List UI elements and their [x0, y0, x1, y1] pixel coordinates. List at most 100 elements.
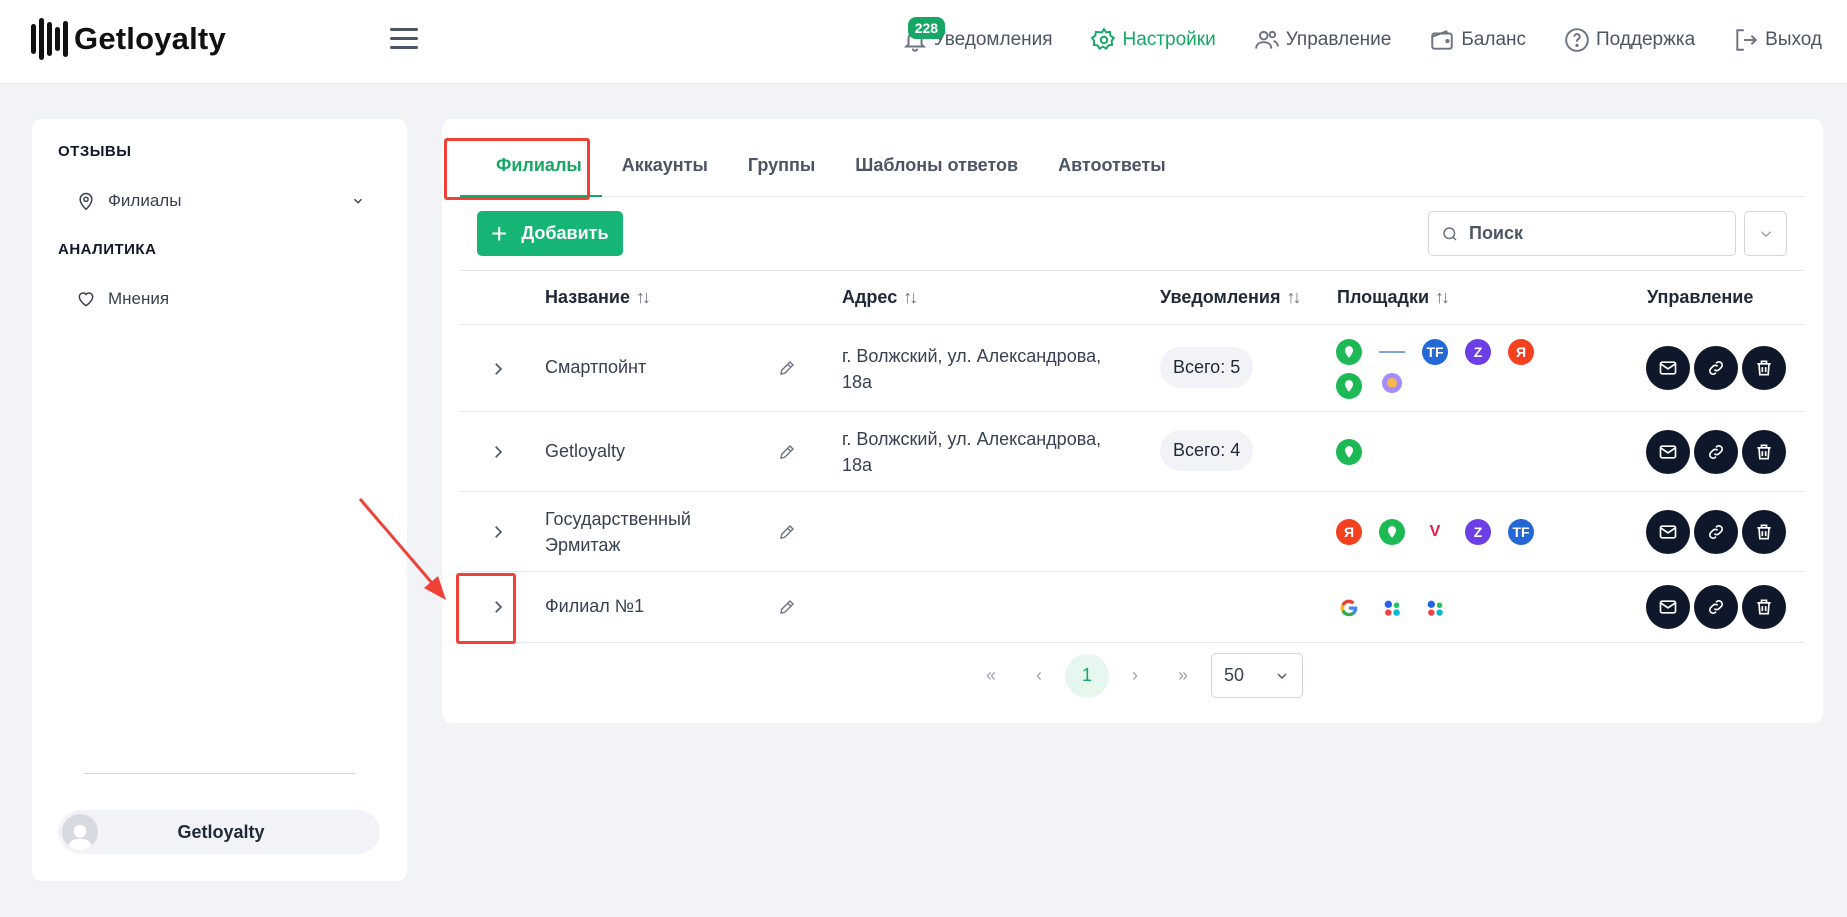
tab-branches[interactable]: Филиалы	[460, 145, 602, 197]
per-page-select[interactable]: 50	[1211, 653, 1303, 698]
top-nav: 228 Уведомления Настройки Управление Бал…	[864, 17, 1822, 58]
mail-button[interactable]	[1646, 346, 1690, 390]
dots-icon[interactable]	[1379, 595, 1405, 621]
column-notifications[interactable]: Уведомления ↑↓	[1160, 271, 1302, 326]
pencil-icon[interactable]	[778, 359, 796, 377]
column-name[interactable]: Название ↑↓	[545, 271, 651, 326]
pencil-icon[interactable]	[778, 443, 796, 461]
chevron-right-icon[interactable]	[489, 598, 507, 616]
row-actions	[1646, 510, 1786, 554]
globe-icon[interactable]	[1382, 373, 1402, 393]
top-header: Getloyalty 228 Уведомления Настройки Упр…	[0, 0, 1847, 84]
prev-page-button[interactable]: ‹	[1017, 654, 1061, 698]
zoon-icon[interactable]: Z	[1465, 339, 1491, 365]
link-icon	[1709, 445, 1723, 459]
google-icon[interactable]	[1336, 595, 1362, 621]
last-page-button[interactable]: »	[1161, 654, 1205, 698]
logout-icon	[1736, 29, 1758, 51]
sidebar-item-opinions[interactable]: Мнения	[76, 289, 169, 309]
table-header: Название ↑↓ Адрес ↑↓ Уведомления ↑↓ Площадк…	[460, 270, 1804, 325]
link-icon	[1709, 600, 1723, 614]
mail-icon	[1659, 525, 1677, 539]
link-button[interactable]	[1694, 585, 1738, 629]
yandex-icon[interactable]: Я	[1336, 519, 1362, 545]
user-profile-button[interactable]: Getloyalty	[58, 810, 380, 854]
2gis-icon[interactable]	[1336, 339, 1362, 365]
tab-autoreplies[interactable]: Автоответы	[1038, 145, 1186, 197]
table-row: Смартпойнт г. Волжский, ул. Александрова…	[460, 325, 1804, 412]
logo-text: Getloyalty	[74, 21, 226, 56]
flamp-icon[interactable]	[1379, 339, 1405, 365]
filter-dropdown-button[interactable]	[1744, 211, 1787, 256]
sidebar-item-branches-label: Филиалы	[108, 191, 182, 210]
page-button-current[interactable]: 1	[1065, 653, 1109, 698]
nav-balance[interactable]: Баланс	[1429, 27, 1526, 53]
2gis-icon[interactable]	[1336, 439, 1362, 465]
delete-button[interactable]	[1742, 585, 1786, 629]
user-name: Getloyalty	[177, 821, 265, 842]
table-row: Государственный Эрмитаж Я V Z TF	[460, 492, 1804, 572]
table-row: Филиал №1	[460, 572, 1804, 643]
nav-notifications[interactable]: 228 Уведомления	[902, 17, 1053, 53]
delete-button[interactable]	[1742, 430, 1786, 474]
sidebar-item-branches[interactable]: Филиалы	[76, 191, 181, 211]
2gis-icon[interactable]	[1336, 373, 1362, 399]
next-page-button[interactable]: ›	[1113, 654, 1157, 698]
platform-list: TF Z Я	[1336, 339, 1586, 407]
branch-name: Getloyalty	[545, 441, 626, 461]
nav-settings-label: Настройки	[1122, 29, 1216, 50]
nav-settings[interactable]: Настройки	[1090, 27, 1216, 53]
column-address[interactable]: Адрес ↑↓	[842, 271, 918, 326]
column-platforms[interactable]: Площадки ↑↓	[1337, 271, 1450, 326]
platform-list	[1336, 595, 1586, 629]
chevron-right-icon[interactable]	[489, 523, 507, 541]
sidebar-divider	[84, 773, 355, 774]
pencil-icon[interactable]	[778, 523, 796, 541]
chevron-down-icon[interactable]	[351, 194, 365, 208]
logo[interactable]: Getloyalty	[31, 18, 226, 60]
link-button[interactable]	[1694, 510, 1738, 554]
chevron-right-icon[interactable]	[489, 360, 507, 378]
mail-button[interactable]	[1646, 510, 1690, 554]
vlru-icon[interactable]: V	[1422, 519, 1448, 545]
add-branch-button[interactable]: + Добавить	[477, 211, 623, 256]
search-input[interactable]	[1469, 223, 1709, 244]
pencil-icon[interactable]	[778, 598, 796, 616]
nav-logout[interactable]: Выход	[1733, 27, 1822, 53]
tab-groups[interactable]: Группы	[728, 145, 835, 197]
heart-icon	[78, 292, 94, 307]
tf-icon[interactable]: TF	[1508, 519, 1534, 545]
first-page-button[interactable]: «	[969, 654, 1013, 698]
delete-button[interactable]	[1742, 510, 1786, 554]
link-button[interactable]	[1694, 430, 1738, 474]
tab-accounts[interactable]: Аккаунты	[602, 145, 728, 197]
link-icon	[1709, 525, 1723, 539]
tab-reply-templates[interactable]: Шаблоны ответов	[835, 145, 1038, 197]
link-button[interactable]	[1694, 346, 1738, 390]
menu-toggle-icon[interactable]	[390, 28, 418, 50]
chevron-right-icon[interactable]	[489, 443, 507, 461]
yandex-icon[interactable]: Я	[1508, 339, 1534, 365]
nav-support-label: Поддержка	[1596, 29, 1696, 50]
wallet-icon	[1431, 30, 1454, 50]
sidebar-section-reviews: ОТЗЫВЫ	[58, 143, 132, 160]
2gis-icon[interactable]	[1379, 519, 1405, 545]
branch-name: Филиал №1	[545, 596, 645, 616]
tab-bar: Филиалы Аккаунты Группы Шаблоны ответов …	[460, 145, 1805, 197]
nav-management[interactable]: Управление	[1254, 27, 1391, 53]
per-page-value: 50	[1224, 665, 1245, 685]
sidebar-item-opinions-label: Мнения	[108, 289, 170, 308]
pagination: « ‹ 1 › » 50	[442, 653, 1823, 698]
delete-button[interactable]	[1742, 346, 1786, 390]
platform-list	[1336, 439, 1586, 473]
mail-button[interactable]	[1646, 430, 1690, 474]
nav-notifications-label: Уведомления	[933, 29, 1053, 50]
dots-icon[interactable]	[1422, 595, 1448, 621]
column-management: Управление	[1647, 287, 1754, 307]
trash-icon	[1757, 599, 1771, 615]
trash-icon	[1757, 524, 1771, 540]
zoon-icon[interactable]: Z	[1465, 519, 1491, 545]
mail-button[interactable]	[1646, 585, 1690, 629]
tf-icon[interactable]: TF	[1422, 339, 1448, 365]
nav-support[interactable]: Поддержка	[1564, 27, 1695, 53]
